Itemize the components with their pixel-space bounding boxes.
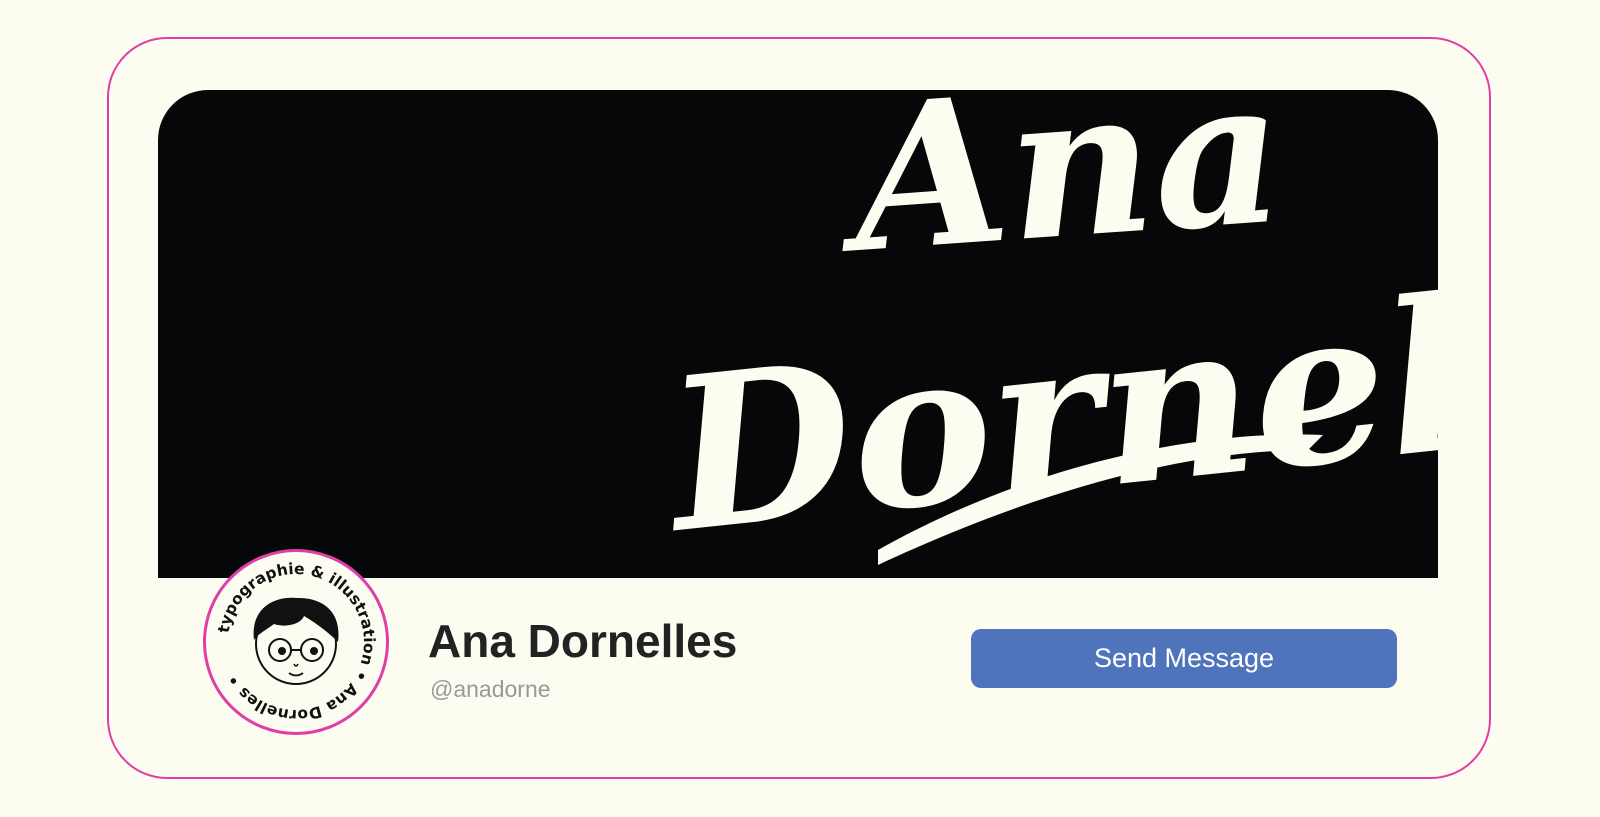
cover-banner: Ana Dornelles xyxy=(158,90,1438,578)
send-message-button[interactable]: Send Message xyxy=(971,629,1397,688)
profile-name: Ana Dornelles xyxy=(428,615,738,667)
avatar[interactable]: typographie & illustration • Ana Dornell… xyxy=(203,549,389,735)
banner-lettering-logo: Ana Dornelles xyxy=(652,90,1438,578)
profile-handle: @anadorne xyxy=(430,676,551,702)
avatar-face-illustration xyxy=(253,597,339,685)
banner-logo-line1: Ana xyxy=(829,90,1290,299)
